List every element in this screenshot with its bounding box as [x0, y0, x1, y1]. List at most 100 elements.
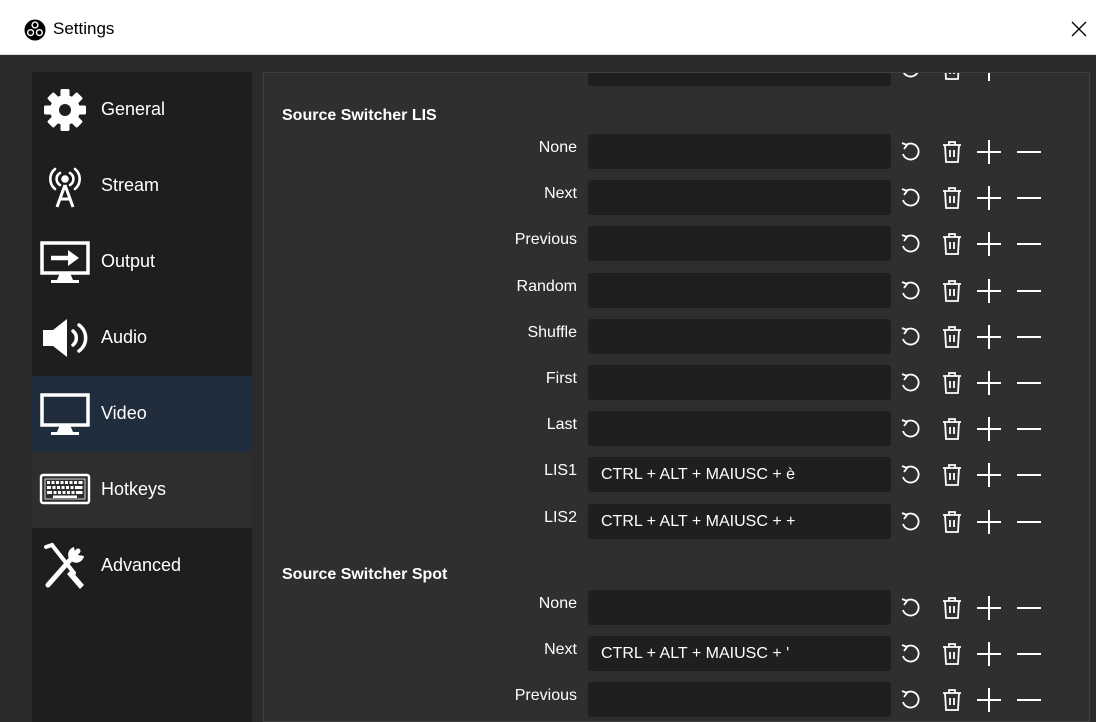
- revert-button[interactable]: [897, 509, 923, 535]
- remove-button[interactable]: [1016, 509, 1042, 535]
- hotkey-input[interactable]: [588, 318, 891, 354]
- clear-button[interactable]: [939, 324, 965, 350]
- revert-button[interactable]: [897, 462, 923, 488]
- revert-button[interactable]: [897, 641, 923, 667]
- remove-button[interactable]: [1016, 416, 1042, 442]
- remove-button[interactable]: [1016, 139, 1042, 165]
- revert-icon: [901, 644, 920, 663]
- sidebar-item-advanced[interactable]: Advanced: [32, 528, 252, 604]
- revert-icon: [901, 598, 920, 617]
- trash-icon: [943, 643, 961, 666]
- hotkey-row: Next CTRL + ALT + MAIUSC + ': [264, 636, 1089, 672]
- hotkey-label: Previous: [514, 687, 577, 705]
- clear-button[interactable]: [939, 231, 965, 257]
- hotkey-row: Shuffle: [264, 318, 1089, 355]
- clear-button[interactable]: [939, 595, 965, 621]
- sidebar-item-stream[interactable]: Stream: [32, 148, 252, 224]
- hotkey-input[interactable]: [588, 180, 891, 216]
- remove-button[interactable]: [1016, 595, 1042, 621]
- add-button[interactable]: [976, 139, 1002, 165]
- hotkey-input[interactable]: CTRL + ALT + MAIUSC + ': [588, 636, 891, 672]
- hotkey-input[interactable]: CTRL + ALT + MAIUSC + è: [588, 457, 891, 493]
- revert-button[interactable]: [897, 73, 923, 82]
- hotkey-input[interactable]: [588, 272, 891, 308]
- minus-icon: [1017, 653, 1041, 656]
- hotkey-input[interactable]: [588, 73, 891, 86]
- hotkey-label: First: [545, 370, 577, 387]
- clear-button[interactable]: [939, 370, 965, 396]
- sidebar-item-general[interactable]: General: [32, 72, 252, 148]
- revert-button[interactable]: [897, 324, 923, 350]
- minus-icon: [1017, 474, 1041, 477]
- add-button[interactable]: [976, 595, 1002, 621]
- sidebar-item-output[interactable]: Output: [32, 224, 252, 300]
- hotkey-label: None: [538, 139, 577, 156]
- sidebar-item-label: Advanced: [101, 555, 182, 575]
- plus-icon: [988, 73, 990, 81]
- add-button[interactable]: [976, 73, 1002, 82]
- keyboard-icon: [38, 466, 92, 514]
- hotkeys-panel: Source Switcher LIS None Next Previous Rand…: [263, 72, 1090, 722]
- revert-icon: [902, 73, 919, 78]
- trash-icon: [943, 464, 961, 487]
- revert-icon: [901, 188, 920, 207]
- add-button[interactable]: [976, 416, 1002, 442]
- clear-button[interactable]: [939, 687, 965, 713]
- remove-button[interactable]: [1016, 462, 1042, 488]
- clear-button[interactable]: [939, 185, 965, 211]
- hotkey-input[interactable]: [588, 226, 891, 262]
- clear-button[interactable]: [939, 509, 965, 535]
- remove-button[interactable]: [1016, 687, 1042, 713]
- hotkey-input[interactable]: [588, 411, 891, 447]
- sidebar-item-hotkeys[interactable]: Hotkeys: [32, 452, 252, 528]
- add-button[interactable]: [976, 231, 1002, 257]
- revert-button[interactable]: [897, 278, 923, 304]
- hotkey-input[interactable]: [588, 365, 891, 400]
- plus-icon: [977, 417, 1001, 442]
- add-button[interactable]: [976, 278, 1002, 304]
- revert-button[interactable]: [897, 139, 923, 165]
- remove-button[interactable]: [1016, 278, 1042, 304]
- close-button[interactable]: [1062, 12, 1096, 46]
- gear-icon: [38, 86, 92, 134]
- clear-button[interactable]: [939, 416, 965, 442]
- sidebar-item-label: General: [101, 99, 166, 119]
- clear-button[interactable]: [939, 278, 965, 304]
- hotkey-row: Last: [264, 411, 1089, 447]
- plus-icon: [977, 688, 1001, 713]
- revert-button[interactable]: [897, 231, 923, 257]
- add-button[interactable]: [976, 370, 1002, 396]
- revert-button[interactable]: [897, 416, 923, 442]
- hotkey-input[interactable]: [588, 590, 891, 625]
- hotkey-input[interactable]: CTRL + ALT + MAIUSC + +: [588, 503, 891, 539]
- trash-icon: [943, 372, 961, 394]
- clear-button[interactable]: [939, 462, 965, 488]
- revert-button[interactable]: [897, 595, 923, 621]
- sidebar-item-label: Audio: [101, 327, 148, 347]
- add-button[interactable]: [976, 641, 1002, 667]
- revert-button[interactable]: [897, 370, 923, 396]
- trash-icon: [943, 187, 961, 210]
- sidebar-item-video[interactable]: Video: [32, 376, 252, 452]
- add-button[interactable]: [976, 324, 1002, 350]
- hotkey-label: Next: [544, 641, 577, 659]
- revert-button[interactable]: [897, 185, 923, 211]
- revert-button[interactable]: [897, 687, 923, 713]
- add-button[interactable]: [976, 509, 1002, 535]
- sidebar-item-audio[interactable]: Audio: [32, 300, 252, 376]
- revert-icon: [901, 234, 920, 253]
- clear-button[interactable]: [939, 641, 965, 667]
- add-button[interactable]: [976, 185, 1002, 211]
- add-button[interactable]: [976, 687, 1002, 713]
- clear-button[interactable]: [939, 139, 965, 165]
- clear-button[interactable]: [939, 73, 965, 82]
- remove-button[interactable]: [1016, 370, 1042, 396]
- plus-icon: [977, 642, 1001, 667]
- remove-button[interactable]: [1016, 185, 1042, 211]
- hotkey-input[interactable]: [588, 134, 891, 169]
- remove-button[interactable]: [1016, 231, 1042, 257]
- remove-button[interactable]: [1016, 641, 1042, 667]
- remove-button[interactable]: [1016, 324, 1042, 350]
- add-button[interactable]: [976, 462, 1002, 488]
- hotkey-input[interactable]: [588, 682, 891, 718]
